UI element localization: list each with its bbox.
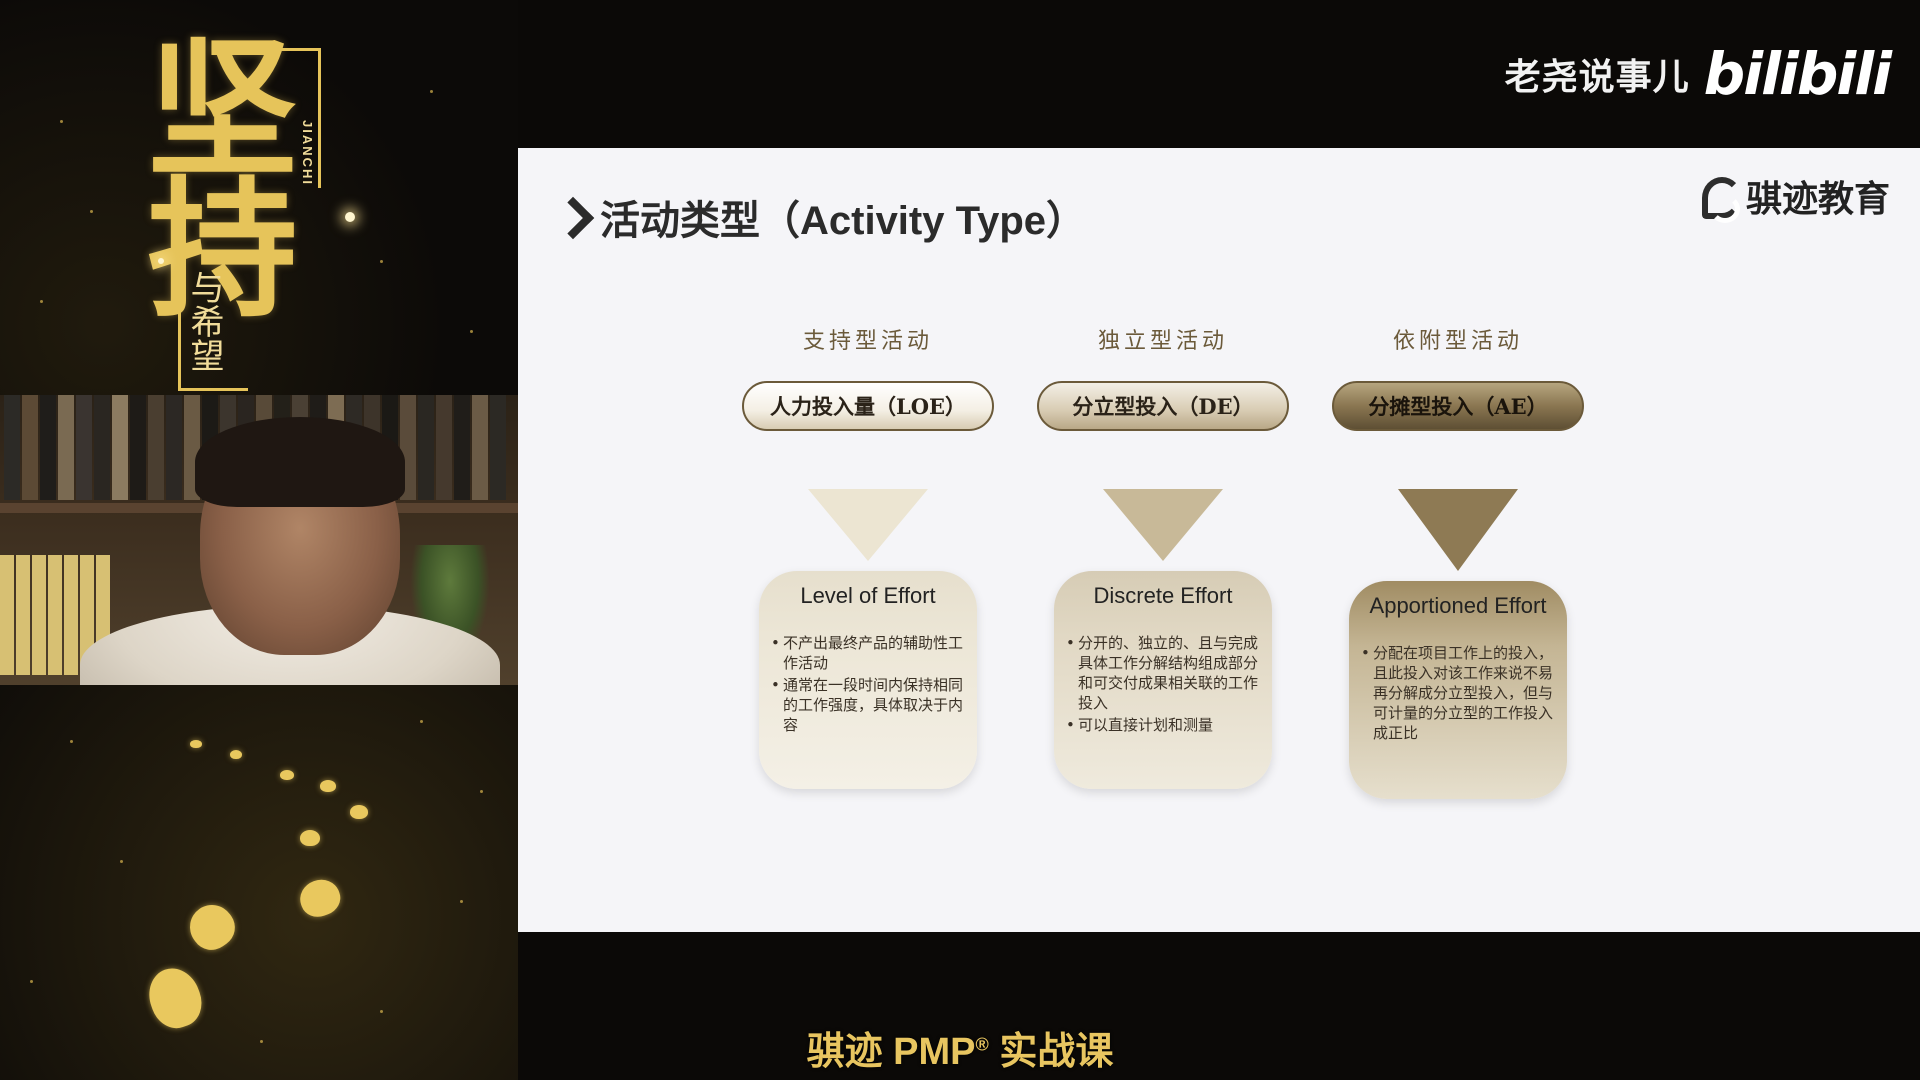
dust xyxy=(40,300,43,303)
column-heading: 独立型活动 xyxy=(1097,329,1228,354)
bullet-item: 可以直接计划和测量 xyxy=(1064,715,1262,735)
dust xyxy=(60,120,63,123)
activity-pill-ae: 分摊型投入（AE） xyxy=(1332,381,1584,431)
activity-pill-de: 分立型投入（DE） xyxy=(1037,381,1289,431)
caption-suffix: 实战课 xyxy=(988,1031,1114,1073)
dust xyxy=(70,740,73,743)
presenter-hair xyxy=(195,417,405,507)
activity-column-ae: 依附型活动 分摊型投入（AE） Apportioned Effort 分配在项目… xyxy=(1318,323,1598,799)
sparkle-2 xyxy=(158,258,164,264)
footprint-8 xyxy=(230,750,242,759)
bullet-item: 分开的、独立的、且与完成具体工作分解结构组成部分和可交付成果相关联的工作投入 xyxy=(1064,633,1262,713)
slide-header: 活动类型（Activity Type） xyxy=(558,188,1086,246)
bilibili-logo: bilibili xyxy=(1703,40,1892,108)
column-heading: 支持型活动 xyxy=(802,329,933,354)
dust xyxy=(470,330,473,333)
card-bullets: 分配在项目工作上的投入，且此投入对该工作来说不易再分解成分立型投入，但与可计量的… xyxy=(1359,643,1557,743)
dust xyxy=(380,260,383,263)
activity-pill-loe: 人力投入量（LOE） xyxy=(742,381,994,431)
footprint-4 xyxy=(300,830,320,846)
footprint-7 xyxy=(280,770,294,780)
footprint-3 xyxy=(295,874,345,922)
down-arrow-icon xyxy=(1103,489,1223,561)
activity-card-loe: Level of Effort 不产出最终产品的辅助性工作活动 通常在一段时间内… xyxy=(759,571,977,789)
poster-frame-bottom xyxy=(178,388,248,391)
dust xyxy=(420,720,423,723)
down-arrow-icon xyxy=(808,489,928,561)
presentation-slide: 活动类型（Activity Type） 骐迹教育 支持型活动 人力投入量（LOE… xyxy=(518,148,1920,932)
card-title: Apportioned Effort xyxy=(1369,593,1547,618)
caption-prefix: 骐迹 PMP xyxy=(806,1031,976,1073)
footprint-9 xyxy=(190,740,202,748)
dust xyxy=(120,860,123,863)
dust xyxy=(380,1010,383,1013)
dust xyxy=(460,900,463,903)
dust xyxy=(30,980,33,983)
poster-frame-left xyxy=(178,300,181,390)
poster-pinyin: JIANCHI xyxy=(300,120,315,187)
column-heading: 依附型活动 xyxy=(1392,329,1523,354)
activity-column-de: 独立型活动 分立型投入（DE） Discrete Effort 分开的、独立的、… xyxy=(1023,323,1303,789)
poster-subtitle: 与希望 xyxy=(184,270,224,372)
dust xyxy=(430,90,433,93)
company-logo: 骐迹教育 xyxy=(1700,170,1890,223)
bullet-item: 分配在项目工作上的投入，且此投入对该工作来说不易再分解成分立型投入，但与可计量的… xyxy=(1359,643,1557,743)
bullet-item: 不产出最终产品的辅助性工作活动 xyxy=(769,633,967,673)
activity-column-loe: 支持型活动 人力投入量（LOE） Level of Effort 不产出最终产品… xyxy=(728,323,1008,789)
chevron-right-icon xyxy=(558,197,582,237)
down-arrow-icon xyxy=(1398,489,1518,571)
footprint-2 xyxy=(181,896,243,958)
card-bullets: 分开的、独立的、且与完成具体工作分解结构组成部分和可交付成果相关联的工作投入 可… xyxy=(1064,633,1262,735)
card-title: Level of Effort xyxy=(800,583,936,608)
activity-card-ae: Apportioned Effort 分配在项目工作上的投入，且此投入对该工作来… xyxy=(1349,581,1567,799)
poster-title: 坚持 xyxy=(122,30,298,310)
card-title: Discrete Effort xyxy=(1093,583,1233,608)
channel-brand: 老尧说事儿 bilibili xyxy=(1504,40,1892,108)
registered-mark: ® xyxy=(975,1034,989,1055)
webcam-feed xyxy=(0,395,518,685)
dust xyxy=(480,790,483,793)
channel-name: 老尧说事儿 xyxy=(1504,56,1690,97)
company-name: 骐迹教育 xyxy=(1745,178,1890,219)
dust xyxy=(90,210,93,213)
card-bullets: 不产出最终产品的辅助性工作活动 通常在一段时间内保持相同的工作强度，具体取决于内… xyxy=(769,633,967,735)
footprint-5 xyxy=(350,805,368,819)
poster-frame-right xyxy=(318,48,321,188)
course-caption: 骐迹 PMP® 实战课 xyxy=(0,1020,1920,1075)
slide-title: 活动类型（Activity Type） xyxy=(600,199,1086,243)
footprint-6 xyxy=(320,780,336,792)
bullet-item: 通常在一段时间内保持相同的工作强度，具体取决于内容 xyxy=(769,675,967,735)
sparkle-1 xyxy=(345,212,355,222)
company-mark-icon xyxy=(1700,173,1742,223)
activity-card-de: Discrete Effort 分开的、独立的、且与完成具体工作分解结构组成部分… xyxy=(1054,571,1272,789)
